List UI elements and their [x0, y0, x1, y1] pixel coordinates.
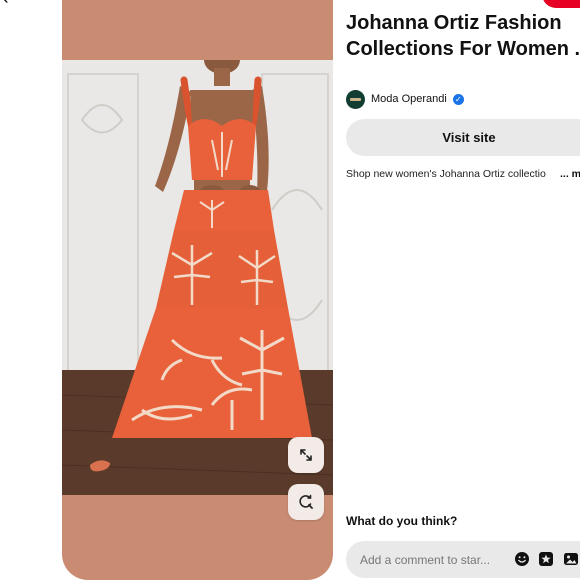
comment-input[interactable] — [360, 541, 508, 578]
comment-box[interactable] — [346, 541, 580, 578]
photo-icon[interactable] — [563, 551, 579, 567]
pin-title-line-2: Collections For Women ... — [346, 38, 580, 60]
sticker-icon[interactable] — [538, 551, 554, 567]
pin-card — [62, 0, 333, 580]
visit-site-button[interactable]: Visit site — [346, 119, 580, 156]
description-text: Shop new women's Johanna Ortiz collectio — [346, 168, 546, 180]
expand-button[interactable] — [288, 437, 324, 473]
visit-site-label: Visit site — [442, 130, 496, 145]
save-button[interactable] — [542, 0, 580, 8]
author-name[interactable]: Moda Operandi — [371, 93, 447, 105]
emoji-icon[interactable] — [514, 551, 530, 567]
verified-badge-icon: ✓ — [452, 93, 464, 105]
author-row[interactable]: Moda Operandi ✓ — [346, 89, 464, 109]
pin-title: Johanna Ortiz Fashion Collections For Wo… — [346, 10, 580, 62]
visual-search-button[interactable] — [288, 484, 324, 520]
back-arrow-icon[interactable]: ‹ — [2, 0, 22, 8]
visual-search-icon — [299, 494, 313, 509]
avatar[interactable] — [346, 89, 365, 109]
pin-image[interactable] — [62, 60, 333, 495]
pin-description: Shop new women's Johanna Ortiz collectio — [346, 168, 580, 180]
more-link[interactable]: ... m — [558, 168, 580, 180]
pin-title-line-1: Johanna Ortiz Fashion — [346, 12, 562, 34]
expand-icon — [300, 449, 312, 461]
comments-heading: What do you think? — [346, 514, 458, 528]
